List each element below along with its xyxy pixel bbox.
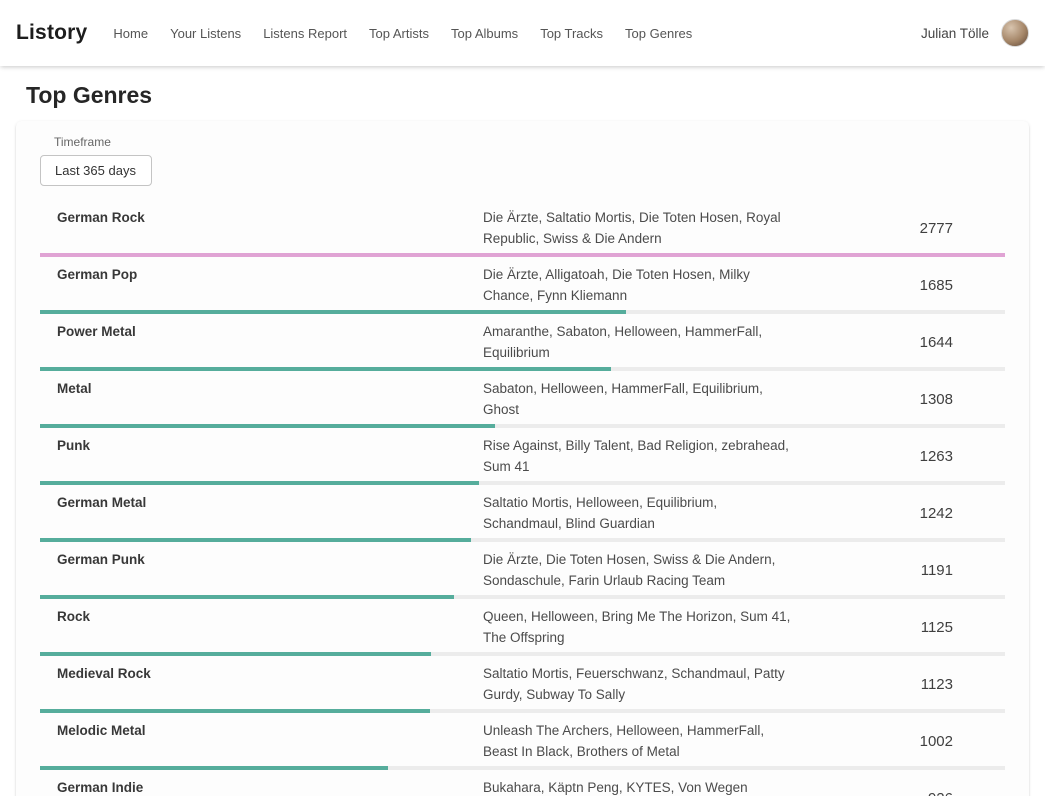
genre-list: German RockDie Ärzte, Saltatio Mortis, D… <box>40 200 1005 796</box>
nav-item-top-genres[interactable]: Top Genres <box>625 26 692 41</box>
genre-artists: Amaranthe, Sabaton, Helloween, HammerFal… <box>483 321 798 363</box>
nav-item-listens-report[interactable]: Listens Report <box>263 26 347 41</box>
genre-row: PunkRise Against, Billy Talent, Bad Reli… <box>40 428 1005 485</box>
genre-artists: Die Ärzte, Die Toten Hosen, Swiss & Die … <box>483 549 798 591</box>
genre-name: Punk <box>40 435 483 456</box>
nav-item-top-albums[interactable]: Top Albums <box>451 26 518 41</box>
genre-count: 1242 <box>798 505 1005 522</box>
topbar: Listory Home Your Listens Listens Report To… <box>0 0 1045 66</box>
brand-logo[interactable]: Listory <box>16 21 87 45</box>
genre-count: 1123 <box>798 676 1005 693</box>
top-genres-card: Timeframe Last 365 days German RockDie Ä… <box>16 121 1029 796</box>
genre-name: Metal <box>40 378 483 399</box>
timeframe-control: Timeframe Last 365 days <box>40 135 1005 186</box>
genre-row: Medieval RockSaltatio Mortis, Feuerschwa… <box>40 656 1005 713</box>
user-avatar[interactable] <box>1001 19 1029 47</box>
genre-row: German PopDie Ärzte, Alligatoah, Die Tot… <box>40 257 1005 314</box>
genre-name: Power Metal <box>40 321 483 342</box>
genre-count: 2777 <box>798 220 1005 237</box>
genre-count: 1644 <box>798 334 1005 351</box>
timeframe-select[interactable]: Last 365 days <box>40 155 152 186</box>
genre-count: 1191 <box>798 562 1005 579</box>
genre-name: German Indie <box>40 777 483 796</box>
genre-row: Power MetalAmaranthe, Sabaton, Helloween… <box>40 314 1005 371</box>
genre-row: German MetalSaltatio Mortis, Helloween, … <box>40 485 1005 542</box>
genre-count: 1263 <box>798 448 1005 465</box>
genre-name: German Metal <box>40 492 483 513</box>
genre-row: RockQueen, Helloween, Bring Me The Horiz… <box>40 599 1005 656</box>
genre-artists: Die Ärzte, Saltatio Mortis, Die Toten Ho… <box>483 207 798 249</box>
nav-item-your-listens[interactable]: Your Listens <box>170 26 241 41</box>
nav-item-home[interactable]: Home <box>113 26 148 41</box>
genre-name: Melodic Metal <box>40 720 483 741</box>
genre-name: German Pop <box>40 264 483 285</box>
genre-row: MetalSabaton, Helloween, HammerFall, Equ… <box>40 371 1005 428</box>
genre-count: 1308 <box>798 391 1005 408</box>
main-content: Top Genres Timeframe Last 365 days Germa… <box>0 82 1045 796</box>
genre-artists: Sabaton, Helloween, HammerFall, Equilibr… <box>483 378 798 420</box>
user-menu[interactable]: Julian Tölle <box>921 19 1029 47</box>
genre-name: German Rock <box>40 207 483 228</box>
genre-artists: Rise Against, Billy Talent, Bad Religion… <box>483 435 798 477</box>
genre-count: 1002 <box>798 733 1005 750</box>
genre-row: German PunkDie Ärzte, Die Toten Hosen, S… <box>40 542 1005 599</box>
nav-item-top-tracks[interactable]: Top Tracks <box>540 26 603 41</box>
genre-artists: Saltatio Mortis, Feuerschwanz, Schandmau… <box>483 663 798 705</box>
genre-count: 1685 <box>798 277 1005 294</box>
page-title: Top Genres <box>26 82 1029 109</box>
genre-artists: Unleash The Archers, Helloween, HammerFa… <box>483 720 798 762</box>
nav: Home Your Listens Listens Report Top Artist… <box>113 26 692 41</box>
genre-count: 926 <box>798 790 1005 796</box>
user-name: Julian Tölle <box>921 26 989 41</box>
genre-name: Medieval Rock <box>40 663 483 684</box>
genre-artists: Saltatio Mortis, Helloween, Equilibrium,… <box>483 492 798 534</box>
nav-item-top-artists[interactable]: Top Artists <box>369 26 429 41</box>
genre-name: Rock <box>40 606 483 627</box>
genre-count: 1125 <box>798 619 1005 636</box>
genre-name: German Punk <box>40 549 483 570</box>
genre-row: German IndieBukahara, Käptn Peng, KYTES,… <box>40 770 1005 796</box>
genre-row: Melodic MetalUnleash The Archers, Hellow… <box>40 713 1005 770</box>
genre-artists: Bukahara, Käptn Peng, KYTES, Von Wegen L… <box>483 777 798 796</box>
genre-artists: Die Ärzte, Alligatoah, Die Toten Hosen, … <box>483 264 798 306</box>
genre-artists: Queen, Helloween, Bring Me The Horizon, … <box>483 606 798 648</box>
genre-row: German RockDie Ärzte, Saltatio Mortis, D… <box>40 200 1005 257</box>
timeframe-label: Timeframe <box>54 135 1005 149</box>
